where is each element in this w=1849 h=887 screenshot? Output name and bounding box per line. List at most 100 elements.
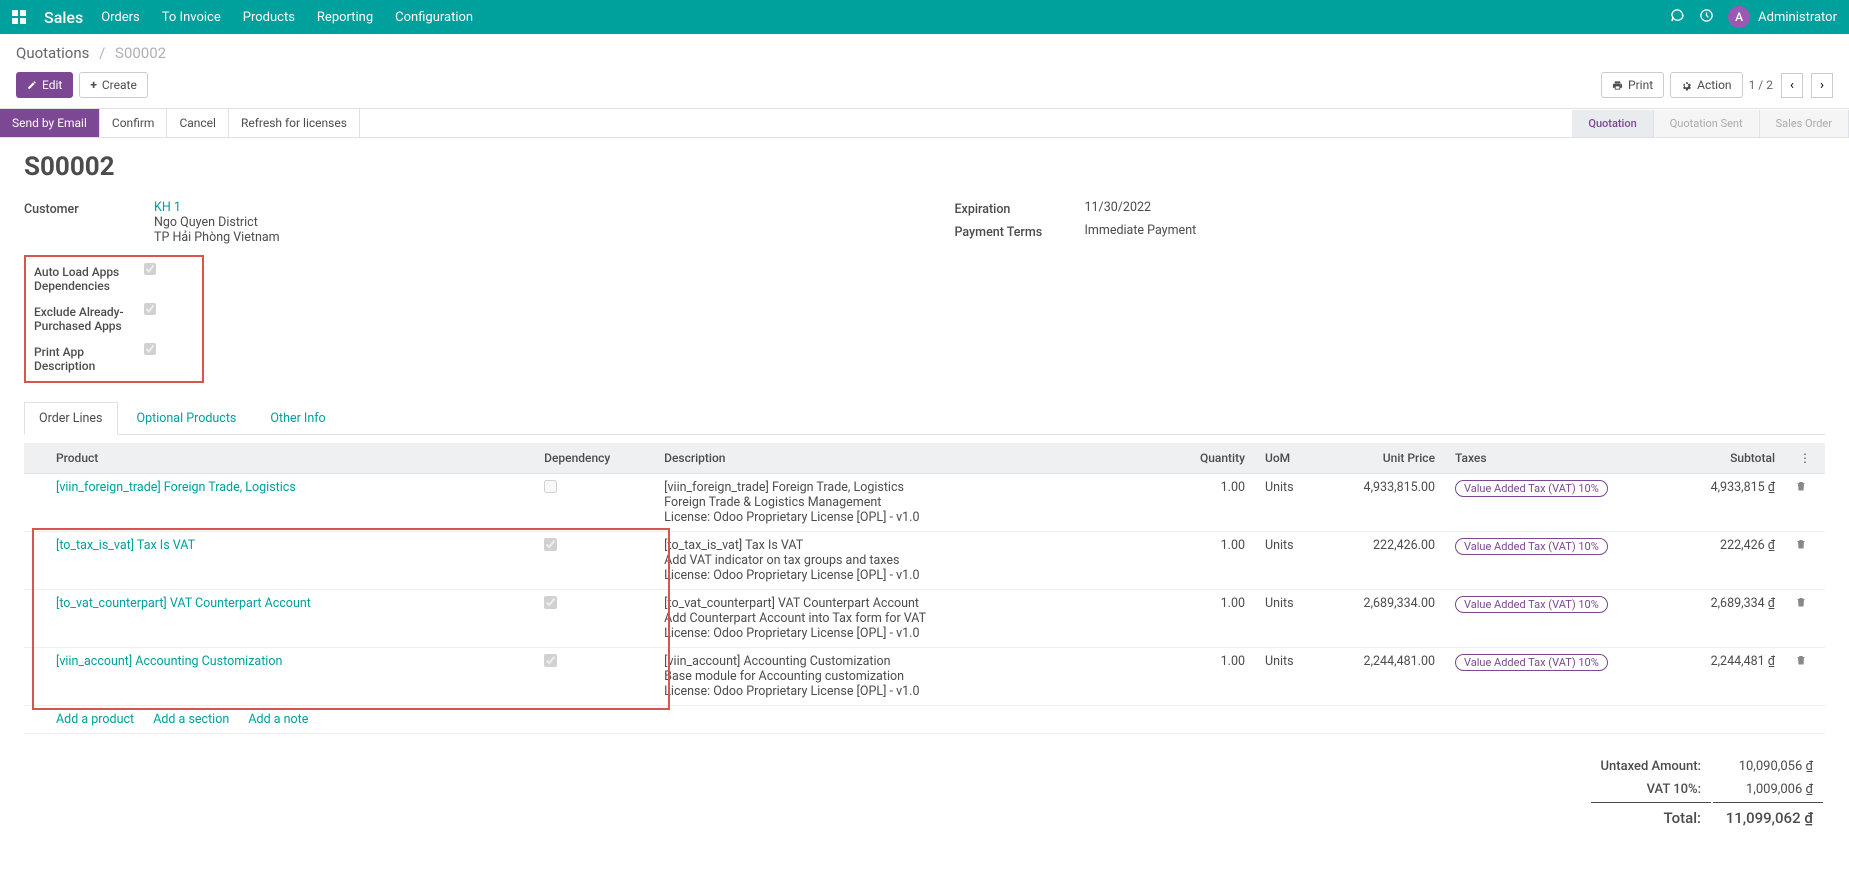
nav-item-toinvoice[interactable]: To Invoice — [162, 10, 221, 25]
pager-next[interactable]: › — [1811, 73, 1833, 98]
avatar: A — [1728, 6, 1750, 28]
status-bar: Send by Email Confirm Cancel Refresh for… — [0, 108, 1849, 138]
customer-address2: TP Hải Phòng Vietnam — [154, 230, 280, 245]
control-panel: Quotations / S00002 Edit + Create Print … — [0, 34, 1849, 98]
pager-prev[interactable]: ‹ — [1781, 73, 1803, 98]
quantity-cell: 1.00 — [1155, 532, 1255, 590]
customer-link[interactable]: KH 1 — [154, 200, 181, 215]
uom-cell: Units — [1255, 590, 1325, 648]
user-menu[interactable]: A Administrator — [1728, 6, 1837, 28]
total-value: 11,099,062 ₫ — [1713, 802, 1823, 830]
table-row[interactable]: [viin_foreign_trade] Foreign Trade, Logi… — [24, 474, 1825, 532]
subtotal-cell: 4,933,815 ₫ — [1665, 474, 1785, 532]
nav-menu: Orders To Invoice Products Reporting Con… — [101, 10, 473, 25]
confirm-button[interactable]: Confirm — [100, 109, 168, 137]
product-link[interactable]: [to_vat_counterpart] VAT Counterpart Acc… — [56, 596, 311, 611]
subtotal-cell: 2,689,334 ₫ — [1665, 590, 1785, 648]
refresh-licenses-button[interactable]: Refresh for licenses — [229, 109, 360, 137]
label-expiration: Expiration — [955, 200, 1085, 217]
trash-icon[interactable] — [1795, 597, 1807, 612]
form-left: Customer KH 1 Ngo Quyen District TP Hải … — [24, 200, 895, 383]
nav-brand[interactable]: Sales — [44, 8, 83, 27]
untaxed-label: Untaxed Amount: — [1591, 756, 1711, 777]
breadcrumb-parent[interactable]: Quotations — [16, 44, 89, 62]
vat-value: 1,009,006 ₫ — [1713, 779, 1823, 800]
tax-tag: Value Added Tax (VAT) 10% — [1455, 596, 1608, 613]
pager-text: 1 / 2 — [1749, 78, 1773, 92]
apps-icon[interactable] — [12, 10, 26, 24]
product-link[interactable]: [viin_foreign_trade] Foreign Trade, Logi… — [56, 480, 296, 495]
action-label: Action — [1697, 78, 1731, 92]
add-note-link[interactable]: Add a note — [248, 712, 308, 727]
tax-tag: Value Added Tax (VAT) 10% — [1455, 538, 1608, 555]
action-button[interactable]: Action — [1670, 72, 1742, 98]
uom-cell: Units — [1255, 648, 1325, 706]
add-product-link[interactable]: Add a product — [56, 712, 134, 727]
record-title: S00002 — [24, 152, 1825, 182]
status-sales-order[interactable]: Sales Order — [1760, 110, 1849, 137]
th-uom: UoM — [1255, 443, 1325, 474]
tab-other-info[interactable]: Other Info — [255, 402, 340, 435]
create-button[interactable]: + Create — [79, 72, 148, 98]
print-button[interactable]: Print — [1601, 72, 1664, 98]
value-expiration: 11/30/2022 — [1085, 200, 1826, 215]
th-description: Description — [654, 443, 1155, 474]
label-payment-terms: Payment Terms — [955, 223, 1085, 240]
quantity-cell: 1.00 — [1155, 474, 1255, 532]
customer-address1: Ngo Quyen District — [154, 215, 258, 230]
subtotal-cell: 222,426 ₫ — [1665, 532, 1785, 590]
label-printdesc: Print App Description — [34, 343, 144, 373]
label-customer: Customer — [24, 200, 154, 217]
messages-icon[interactable] — [1670, 8, 1685, 27]
untaxed-value: 10,090,056 ₫ — [1713, 756, 1823, 777]
activity-icon[interactable] — [1699, 8, 1714, 27]
nav-item-orders[interactable]: Orders — [101, 10, 140, 25]
unitprice-cell: 2,689,334.00 — [1325, 590, 1445, 648]
th-subtotal: Subtotal — [1665, 443, 1785, 474]
table-row[interactable]: [to_vat_counterpart] VAT Counterpart Acc… — [24, 590, 1825, 648]
tab-order-lines[interactable]: Order Lines — [24, 402, 118, 435]
label-autoload: Auto Load Apps Dependencies — [34, 263, 144, 293]
print-label: Print — [1628, 78, 1653, 92]
breadcrumb: Quotations / S00002 — [16, 44, 1833, 62]
form-sheet: S00002 Customer KH 1 Ngo Quyen District … — [0, 152, 1849, 852]
table-row[interactable]: [viin_account] Accounting Customization … — [24, 648, 1825, 706]
autoload-checkbox — [144, 263, 156, 275]
nav-item-products[interactable]: Products — [243, 10, 295, 25]
dependency-checkbox — [544, 538, 557, 551]
send-email-button[interactable]: Send by Email — [0, 109, 100, 137]
nav-left: Sales Orders To Invoice Products Reporti… — [12, 8, 473, 27]
edit-label: Edit — [42, 78, 62, 92]
status-quotation[interactable]: Quotation — [1572, 110, 1653, 137]
unitprice-cell: 222,426.00 — [1325, 532, 1445, 590]
th-taxes: Taxes — [1445, 443, 1665, 474]
product-link[interactable]: [to_tax_is_vat] Tax Is VAT — [56, 538, 195, 553]
user-name: Administrator — [1758, 10, 1837, 25]
pager: 1 / 2 ‹ › — [1749, 73, 1833, 98]
unitprice-cell: 4,933,815.00 — [1325, 474, 1445, 532]
th-unitprice: Unit Price — [1325, 443, 1445, 474]
add-section-link[interactable]: Add a section — [153, 712, 229, 727]
trash-icon[interactable] — [1795, 539, 1807, 554]
dependency-checkbox — [544, 480, 557, 493]
totals: Untaxed Amount: 10,090,056 ₫ VAT 10%: 1,… — [24, 754, 1825, 832]
table-row[interactable]: [to_tax_is_vat] Tax Is VAT [to_tax_is_va… — [24, 532, 1825, 590]
nav-item-reporting[interactable]: Reporting — [317, 10, 373, 25]
status-quotation-sent[interactable]: Quotation Sent — [1654, 110, 1760, 137]
cancel-button[interactable]: Cancel — [167, 109, 229, 137]
trash-icon[interactable] — [1795, 655, 1807, 670]
tabs: Order Lines Optional Products Other Info — [24, 401, 1825, 435]
product-link[interactable]: [viin_account] Accounting Customization — [56, 654, 282, 669]
order-lines-table: Product Dependency Description Quantity … — [24, 443, 1825, 734]
uom-cell: Units — [1255, 474, 1325, 532]
create-label: Create — [102, 78, 137, 92]
kebab-icon[interactable]: ⋮ — [1795, 451, 1815, 465]
trash-icon[interactable] — [1795, 481, 1807, 496]
top-nav: Sales Orders To Invoice Products Reporti… — [0, 0, 1849, 34]
tab-optional-products[interactable]: Optional Products — [122, 402, 252, 435]
nav-item-configuration[interactable]: Configuration — [395, 10, 473, 25]
value-payment-terms: Immediate Payment — [1085, 223, 1826, 238]
label-exclude: Exclude Already-Purchased Apps — [34, 303, 144, 333]
uom-cell: Units — [1255, 532, 1325, 590]
edit-button[interactable]: Edit — [16, 72, 73, 98]
